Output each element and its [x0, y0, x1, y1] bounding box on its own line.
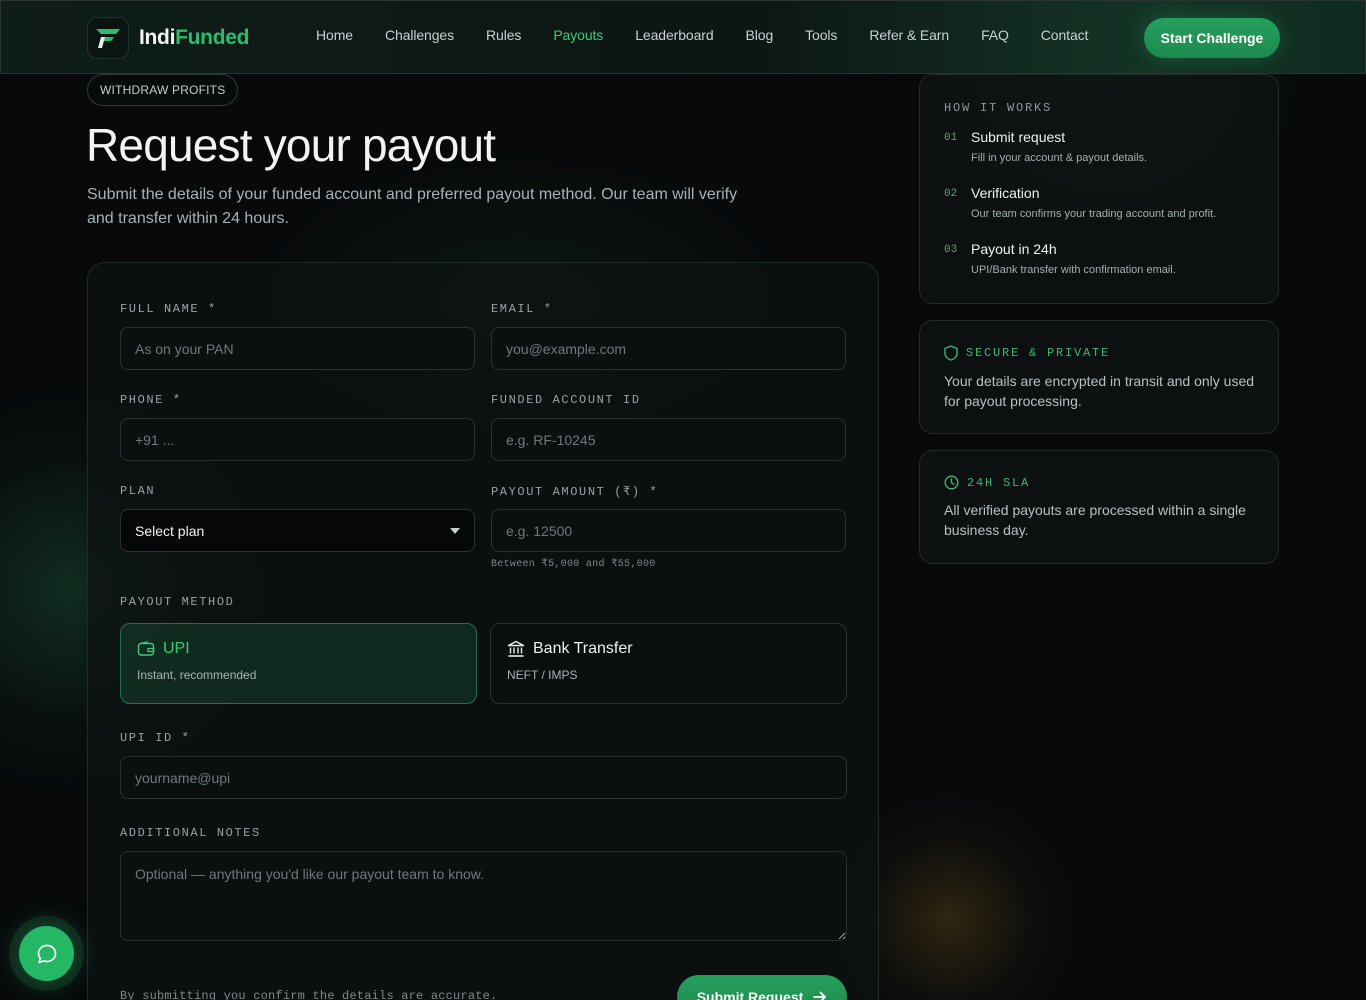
step-title: Verification	[971, 185, 1040, 201]
sla-card: 24H SLA All verified payouts are process…	[919, 450, 1279, 564]
secure-private-heading: SECURE & PRIVATE	[966, 346, 1111, 360]
funded-account-id-input[interactable]	[491, 418, 846, 461]
funded-account-id-label: FUNDED ACCOUNT ID	[491, 393, 641, 407]
phone-label: PHONE *	[120, 393, 182, 407]
chevron-down-icon	[450, 528, 460, 534]
secure-private-card: SECURE & PRIVATE Your details are encryp…	[919, 320, 1279, 434]
step-description: Our team confirms your trading account a…	[971, 208, 1217, 220]
chat-button[interactable]	[19, 926, 74, 981]
start-challenge-button[interactable]: Start Challenge	[1144, 18, 1280, 58]
page-subtitle: Submit the details of your funded accoun…	[87, 186, 738, 227]
full-name-input[interactable]	[120, 327, 475, 370]
sla-heading: 24H SLA	[967, 475, 1031, 490]
bank-option-subtitle: NEFT / IMPS	[507, 668, 578, 682]
nav-payouts[interactable]: Payouts	[553, 27, 603, 43]
page-title: Request your payout	[86, 119, 496, 171]
nav-contact[interactable]: Contact	[1041, 27, 1089, 43]
consent-text: By submitting you confirm the details ar…	[120, 989, 498, 1000]
secure-private-text: Your details are encrypted in transit an…	[944, 373, 1255, 409]
plan-label: PLAN	[120, 484, 156, 498]
withdraw-profits-badge: WITHDRAW PROFITS	[87, 74, 239, 106]
plan-select-value: Select plan	[135, 522, 205, 539]
step-number: 02	[944, 188, 958, 200]
wallet-icon	[137, 641, 155, 656]
nav-challenges[interactable]: Challenges	[385, 27, 454, 43]
phone-input[interactable]	[120, 418, 475, 461]
step-title: Payout in 24h	[971, 241, 1057, 257]
upi-id-input[interactable]	[120, 756, 847, 799]
payout-form: FULL NAME * EMAIL * PHONE * FUNDED ACCOU…	[87, 262, 879, 1000]
step-number: 03	[944, 244, 958, 256]
sla-text: All verified payouts are processed withi…	[944, 502, 1246, 538]
upi-id-label: UPI ID *	[120, 731, 191, 745]
clock-icon	[944, 475, 959, 490]
submit-request-label: Submit Request	[696, 989, 804, 1000]
chat-icon	[37, 944, 56, 963]
step-description: Fill in your account & payout details.	[971, 152, 1148, 164]
arrow-right-icon	[813, 991, 827, 1000]
email-input[interactable]	[491, 327, 846, 370]
payout-method-upi[interactable]: UPI Instant, recommended	[120, 623, 477, 704]
secure-private-heading-row: SECURE & PRIVATE	[944, 345, 1254, 361]
bank-icon	[507, 640, 525, 657]
email-label: EMAIL *	[491, 302, 553, 316]
sla-heading-row: 24H SLA	[944, 475, 1254, 490]
payout-amount-hint: Between ₹5,000 and ₹55,000	[491, 559, 656, 570]
nav-faq[interactable]: FAQ	[981, 27, 1009, 43]
payout-amount-label: PAYOUT AMOUNT (₹) *	[491, 485, 659, 499]
brand-name-part2: Funded	[175, 26, 250, 49]
nav-leaderboard[interactable]: Leaderboard	[635, 27, 713, 43]
shield-icon	[944, 345, 958, 361]
submit-request-button[interactable]: Submit Request	[677, 975, 847, 1000]
notes-label: ADDITIONAL NOTES	[120, 826, 261, 840]
nav-rules[interactable]: Rules	[486, 27, 521, 43]
how-it-works-card: HOW IT WORKS 01 Submit request Fill in y…	[919, 74, 1279, 304]
notes-textarea[interactable]	[120, 851, 847, 941]
nav-home[interactable]: Home	[316, 27, 353, 43]
step-number: 01	[944, 132, 958, 144]
logo-mark-icon	[87, 17, 129, 59]
bank-option-title: Bank Transfer	[533, 640, 633, 657]
brand-name-part1: Indi	[139, 26, 176, 49]
how-it-works-heading: HOW IT WORKS	[944, 101, 1053, 115]
upi-option-subtitle: Instant, recommended	[137, 668, 257, 682]
nav-refer-earn[interactable]: Refer & Earn	[869, 27, 949, 43]
nav-tools[interactable]: Tools	[805, 27, 837, 43]
step-description: UPI/Bank transfer with confirmation emai…	[971, 264, 1176, 276]
brand-logo[interactable]: IndiFunded	[87, 17, 249, 59]
step-title: Submit request	[971, 129, 1066, 145]
payout-method-label: PAYOUT METHOD	[120, 595, 235, 609]
main-nav: Home Challenges Rules Payouts Leaderboar…	[300, 27, 1104, 43]
nav-blog[interactable]: Blog	[746, 27, 774, 43]
site-header: IndiFunded Home Challenges Rules Payouts…	[0, 0, 1366, 74]
upi-option-title: UPI	[163, 640, 190, 657]
brand-name: IndiFunded	[139, 26, 249, 50]
full-name-label: FULL NAME *	[120, 302, 217, 316]
payout-method-bank[interactable]: Bank Transfer NEFT / IMPS	[490, 623, 847, 704]
payout-amount-input[interactable]	[491, 509, 846, 552]
plan-select[interactable]: Select plan	[120, 509, 475, 552]
